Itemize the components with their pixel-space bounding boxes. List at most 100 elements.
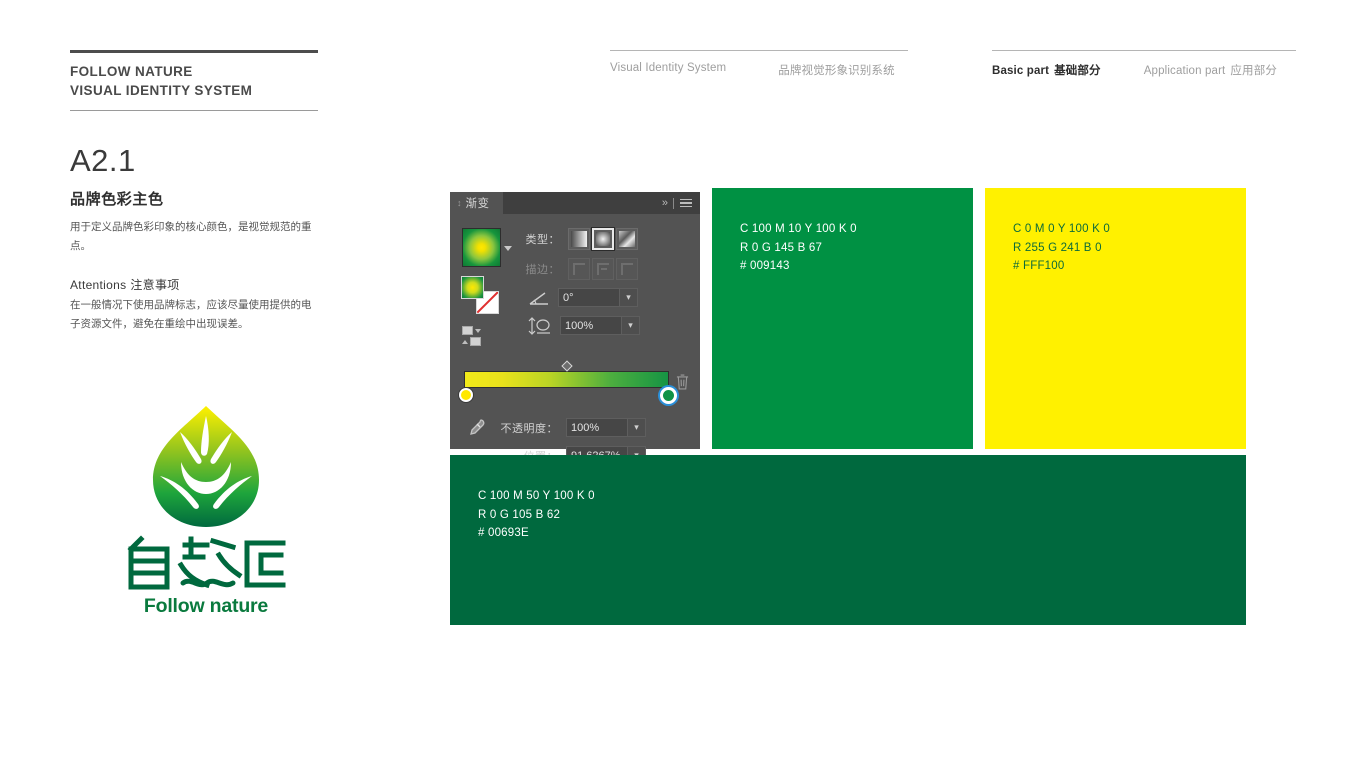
swatch-cmyk: C 100 M 10 Y 100 K 0 <box>740 223 857 235</box>
brand-rule-bottom <box>70 110 318 112</box>
gradient-type-row: 类型： <box>512 227 638 251</box>
attentions-heading-cn: 注意事项 <box>130 278 180 292</box>
panel-grip-icon: ↕ <box>457 197 462 208</box>
gradient-opacity-row: 不透明度： 100% ▾ <box>496 418 646 437</box>
swatch-rgb: R 0 G 105 B 62 <box>478 508 561 521</box>
brand-lines: FOLLOW NATURE VISUAL IDENTITY SYSTEM <box>70 53 318 103</box>
gradient-aspect-field[interactable]: 100% ▾ <box>560 316 640 335</box>
swatch-hex: # FFF100 <box>1013 260 1065 273</box>
section-title: 品牌色彩主色 <box>70 191 164 208</box>
gradient-type-radial-button[interactable] <box>591 227 615 251</box>
nav-item-label-cn: 基础部分 <box>1054 65 1101 77</box>
swatch-hex: # 00693E <box>478 527 529 540</box>
angle-icon <box>529 291 548 305</box>
brand-block: FOLLOW NATURE VISUAL IDENTITY SYSTEM <box>70 50 318 112</box>
nav-item-label-en: Basic part <box>992 65 1050 77</box>
gradient-angle-value[interactable]: 0° <box>558 288 620 307</box>
nav-items-right: Basic part 基础部分 Application part 应用部分 <box>992 62 1296 78</box>
section-description: 用于定义品牌色彩印象的核心颜色，是视觉规范的重点。 <box>70 221 312 253</box>
swatch-values: C 100 M 10 Y 100 K 0 R 0 G 145 B 67 # 00… <box>740 220 857 276</box>
swatch-values: C 100 M 50 Y 100 K 0 R 0 G 105 B 62 # 00… <box>478 487 595 543</box>
gradient-panel-body: 类型： 描边： 0° ▾ 100% ▾ 不透明度： 100% ▾ <box>450 214 700 465</box>
brand-line-1: FOLLOW NATURE <box>70 64 193 79</box>
swatch-rgb: R 0 G 145 B 67 <box>740 241 823 254</box>
gradient-slider[interactable] <box>459 360 677 404</box>
stroke-apply-along-button[interactable] <box>592 258 614 280</box>
gradient-swap-row[interactable] <box>462 337 481 346</box>
fill-stroke-controls[interactable] <box>461 276 501 316</box>
nav-items-left: Visual Identity System 品牌视觉形象识别系统 <box>610 62 908 78</box>
opacity-chevron-down-icon[interactable]: ▾ <box>628 418 646 437</box>
gradient-opacity-label: 不透明度： <box>500 422 558 435</box>
gradient-type-linear-button[interactable] <box>568 228 590 250</box>
titlebar-icons: » <box>662 192 700 214</box>
gradient-ramp[interactable] <box>464 371 669 388</box>
nav-item-label-cn: 品牌视觉形象识别系统 <box>778 65 895 77</box>
gradient-angle-row: 0° ▾ <box>528 288 638 307</box>
eyedropper-icon[interactable] <box>464 417 486 439</box>
brand-logo: Follow nature <box>118 404 294 618</box>
logo-tagline: Follow nature <box>143 595 269 617</box>
brand-line-2: VISUAL IDENTITY SYSTEM <box>70 83 253 99</box>
attentions-body: 在一般情况下使用品牌标志，应该尽量使用提供的电子资源文件，避免在重绘中出现误差。 <box>70 299 312 331</box>
panel-menu-icon[interactable] <box>680 198 692 208</box>
gradient-preset-chevron-down-icon[interactable] <box>504 246 512 251</box>
titlebar-divider <box>673 197 674 209</box>
double-chevron-right-icon[interactable]: » <box>662 197 668 209</box>
gradient-type-buttons[interactable] <box>568 227 638 251</box>
gradient-stop-right-selected[interactable] <box>660 387 677 404</box>
nav-item-basic-part[interactable]: Basic part 基础部分 <box>992 62 1101 78</box>
nav-group-right: Basic part 基础部分 Application part 应用部分 <box>992 50 1296 78</box>
gradient-aspect-value[interactable]: 100% <box>560 316 622 335</box>
gradient-stroke-label: 描边： <box>525 264 560 276</box>
color-swatch-dark-green: C 100 M 50 Y 100 K 0 R 0 G 105 B 62 # 00… <box>450 455 1246 625</box>
gradient-stroke-row: 描边： <box>512 258 638 280</box>
gradient-stop-left[interactable] <box>459 388 473 402</box>
gradient-stroke-icon[interactable] <box>470 337 481 346</box>
attentions-heading: Attentions 注意事项 <box>70 276 180 293</box>
swatch-hex: # 009143 <box>740 260 790 273</box>
nav-rule-left <box>610 50 908 51</box>
gradient-opacity-value[interactable]: 100% <box>566 418 628 437</box>
leaf-droplet-logo-icon <box>153 406 259 527</box>
gradient-type-label: 类型： <box>525 234 560 246</box>
swatch-values: C 0 M 0 Y 100 K 0 R 255 G 241 B 0 # FFF1… <box>1013 220 1110 276</box>
reverse-gradient-row[interactable] <box>462 326 481 335</box>
aspect-chevron-down-icon[interactable]: ▾ <box>622 316 640 335</box>
color-swatch-primary-green: C 100 M 10 Y 100 K 0 R 0 G 145 B 67 # 00… <box>712 188 973 449</box>
wordmark-zirranchen <box>127 535 286 590</box>
gradient-panel-tab-label: 渐变 <box>465 198 490 210</box>
gradient-type-freeform-button[interactable] <box>616 228 638 250</box>
titlebar-spacer <box>503 192 662 214</box>
gradient-opacity-field[interactable]: 100% ▾ <box>566 418 646 437</box>
gradient-mini-buttons[interactable] <box>462 326 481 346</box>
gradient-panel-titlebar[interactable]: ↕ 渐变 » <box>450 192 700 214</box>
gradient-panel[interactable]: ↕ 渐变 » 类型： 描边： 0° ▾ 100% ▾ 不透明度： 100% ▾ <box>450 192 700 465</box>
gradient-stroke-buttons[interactable] <box>568 258 638 280</box>
nav-item-application-part[interactable]: Application part 应用部分 <box>1144 62 1277 78</box>
chevron-up-icon[interactable] <box>462 339 468 344</box>
fill-swatch-gradient[interactable] <box>461 276 484 299</box>
gradient-preview-swatch[interactable] <box>462 228 501 267</box>
nav-item-label-en: Application part <box>1143 65 1226 77</box>
nav-item-label-en: Visual Identity System <box>610 62 727 74</box>
swatch-rgb: R 255 G 241 B 0 <box>1013 241 1102 254</box>
gradient-fill-icon[interactable] <box>462 326 473 335</box>
aspect-ratio-icon <box>528 316 550 335</box>
chevron-down-icon[interactable] <box>475 328 481 333</box>
trash-icon[interactable] <box>676 374 689 390</box>
gradient-midpoint-marker[interactable] <box>560 360 573 372</box>
section-code: A2.1 <box>70 143 136 178</box>
nav-item-visual-identity-system[interactable]: Visual Identity System <box>610 62 726 78</box>
color-swatch-primary-yellow: C 0 M 0 Y 100 K 0 R 255 G 241 B 0 # FFF1… <box>985 188 1246 449</box>
gradient-panel-tab[interactable]: ↕ 渐变 <box>450 192 503 214</box>
stroke-apply-within-button[interactable] <box>568 258 590 280</box>
angle-chevron-down-icon[interactable]: ▾ <box>620 288 638 307</box>
gradient-angle-field[interactable]: 0° ▾ <box>558 288 638 307</box>
swatch-cmyk: C 100 M 50 Y 100 K 0 <box>478 490 595 502</box>
stroke-apply-across-button[interactable] <box>616 258 638 280</box>
attentions-heading-en: Attentions <box>70 278 127 292</box>
nav-item-brand-vi-system-cn[interactable]: 品牌视觉形象识别系统 <box>778 62 895 78</box>
nav-item-label-cn: 应用部分 <box>1230 65 1277 77</box>
nav-rule-right <box>992 50 1296 51</box>
